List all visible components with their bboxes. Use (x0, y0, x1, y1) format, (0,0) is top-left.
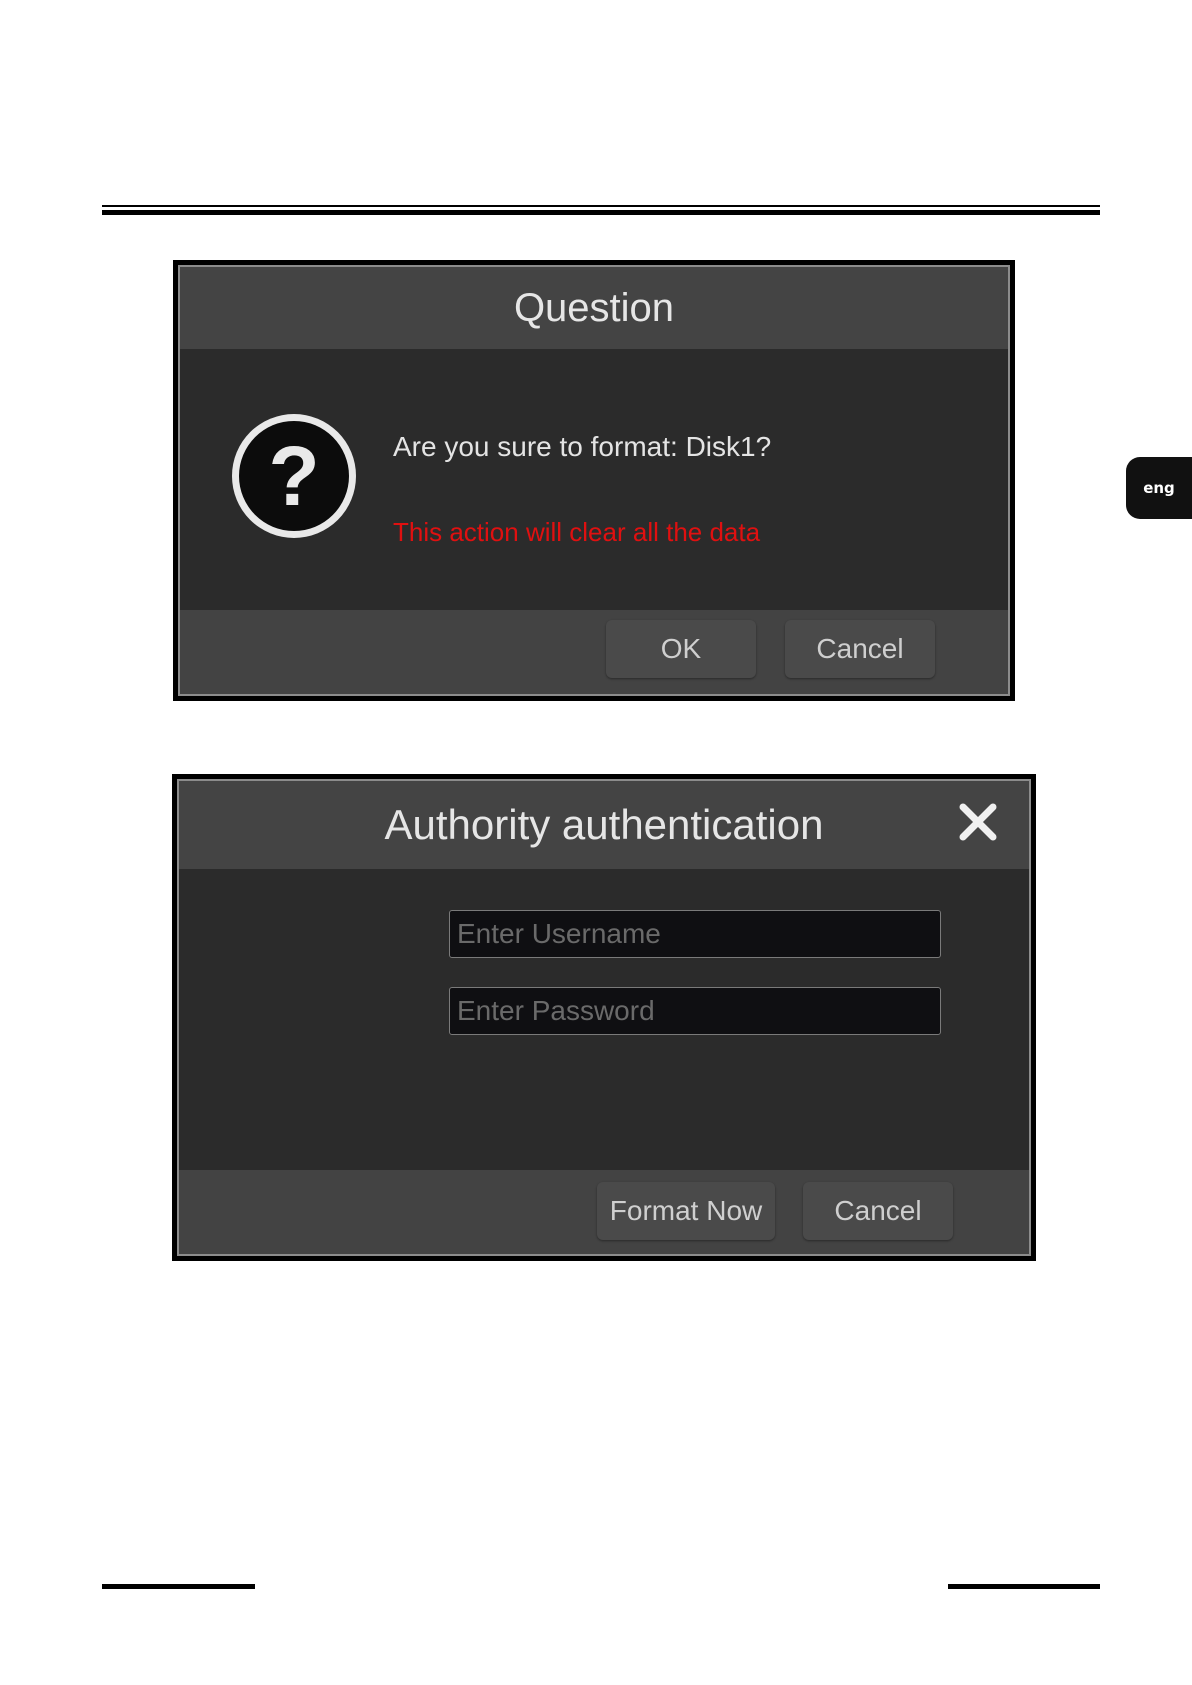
auth-dialog-header: Authority authentication (179, 781, 1029, 869)
format-confirm-message: Are you sure to format: Disk1? (393, 431, 772, 462)
question-mark-icon: ? (232, 414, 356, 538)
auth-dialog-footer: Format Now Cancel (179, 1170, 1029, 1254)
password-input[interactable] (449, 987, 941, 1035)
language-label: eng (1143, 479, 1175, 497)
header-rule-thin (102, 205, 1100, 207)
footer-rule-left (102, 1584, 255, 1589)
ok-button[interactable]: OK (606, 620, 756, 678)
authority-authentication-dialog: Authority authentication Format Now Canc… (172, 774, 1036, 1261)
language-tab: eng (1126, 457, 1192, 519)
auth-dialog-title: Authority authentication (384, 801, 824, 848)
question-dialog-header: Question (180, 267, 1008, 349)
header-rule-thick (102, 210, 1100, 215)
question-dialog-footer: OK Cancel (180, 610, 1008, 694)
format-now-button[interactable]: Format Now (597, 1182, 775, 1240)
close-icon[interactable] (955, 799, 1001, 845)
data-loss-warning: This action will clear all the data (393, 517, 761, 547)
cancel-button[interactable]: Cancel (785, 620, 935, 678)
auth-cancel-button[interactable]: Cancel (803, 1182, 953, 1240)
question-dialog-title: Question (513, 285, 675, 330)
question-dialog: Question ? Are you sure to format: Disk1… (173, 260, 1015, 701)
username-input[interactable] (449, 910, 941, 958)
footer-rule-right (948, 1584, 1100, 1589)
